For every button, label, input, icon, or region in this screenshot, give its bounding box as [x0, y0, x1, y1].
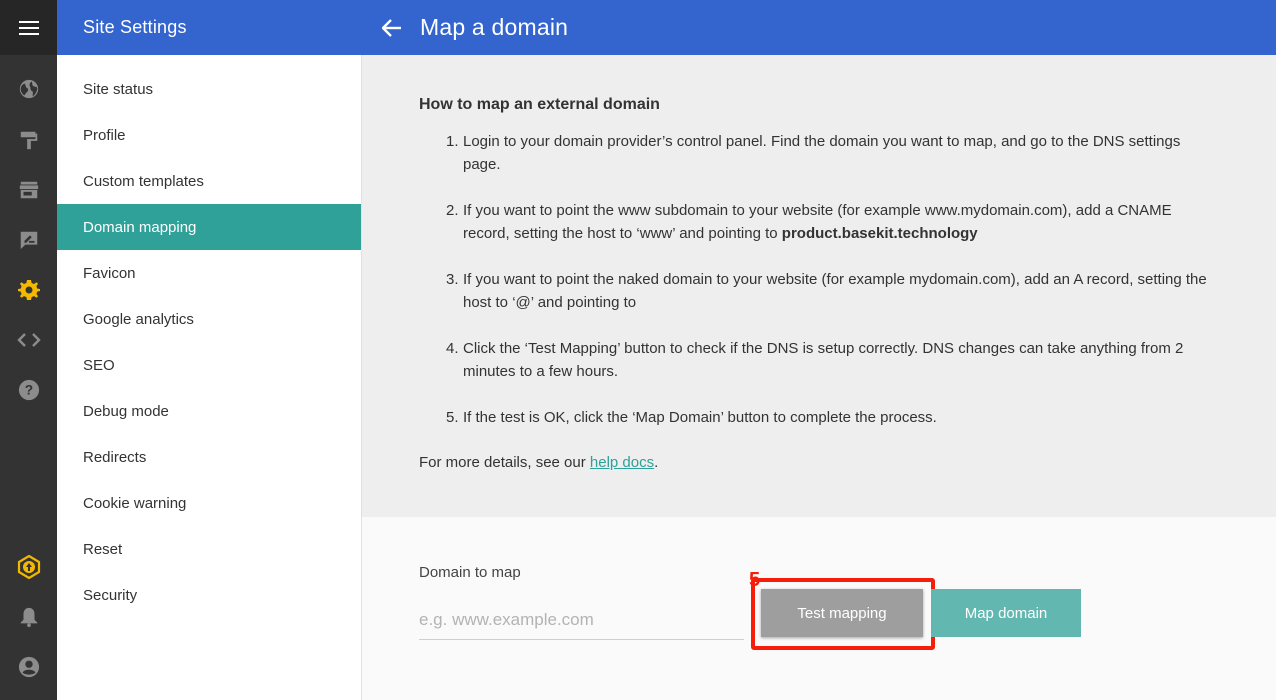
list-item: 4. Click the ‘Test Mapping’ button to che… [419, 337, 1209, 383]
annotation-step-number: 5 [749, 569, 761, 591]
list-item: 1. Login to your domain provider’s contro… [419, 130, 1209, 176]
menu-button[interactable] [0, 0, 57, 55]
sidebar-item-google-analytics[interactable]: Google analytics [57, 296, 361, 342]
domain-label: Domain to map [419, 564, 521, 581]
sidebar-item-reset[interactable]: Reset [57, 526, 361, 572]
settings-sidebar: Site status Profile Custom templates Dom… [57, 55, 362, 700]
menu-icon [18, 20, 39, 35]
account-icon[interactable] [16, 654, 42, 680]
sidebar-item-custom-templates[interactable]: Custom templates [57, 158, 361, 204]
sidebar-item-site-status[interactable]: Site status [57, 66, 361, 112]
step-text: Click the ‘Test Mapping’ button to check… [463, 340, 1184, 380]
code-icon[interactable] [16, 327, 42, 353]
more-details-suffix: . [654, 454, 659, 471]
upgrade-icon[interactable] [16, 554, 42, 580]
list-item: 3. If you want to point the naked domain … [419, 268, 1209, 314]
step-number: 4. [446, 340, 459, 357]
help-docs-link[interactable]: help docs [590, 454, 654, 471]
step-number: 5. [446, 409, 459, 426]
list-item: 5. If the test is OK, click the ‘Map Doma… [419, 406, 1209, 429]
sidebar-item-security[interactable]: Security [57, 572, 361, 618]
step-text: If the test is OK, click the ‘Map Domain… [463, 409, 937, 426]
more-details: For more details, see our help docs. [419, 451, 1276, 474]
svg-text:?: ? [25, 383, 33, 398]
step-number: 2. [446, 202, 459, 219]
page-title: Map a domain [420, 14, 569, 40]
sidebar-item-seo[interactable]: SEO [57, 342, 361, 388]
test-mapping-button[interactable]: Test mapping [761, 589, 923, 637]
gear-icon[interactable] [16, 277, 42, 303]
help-icon[interactable]: ? [16, 377, 42, 403]
domain-form: Domain to map 5 Test mapping Map domain [362, 517, 1276, 700]
step-text: If you want to point the naked domain to… [463, 271, 1207, 311]
paint-roller-icon[interactable] [16, 127, 42, 153]
step-number: 1. [446, 133, 459, 150]
sidebar-item-domain-mapping[interactable]: Domain mapping [57, 204, 361, 250]
sidebar-item-favicon[interactable]: Favicon [57, 250, 361, 296]
globe-icon[interactable] [16, 76, 42, 102]
map-domain-button[interactable]: Map domain [931, 589, 1081, 637]
step-text: Login to your domain provider’s control … [463, 133, 1181, 173]
list-item: 2. If you want to point the www subdomain… [419, 199, 1209, 245]
instructions-heading: How to map an external domain [419, 96, 660, 113]
instructions-list: 1. Login to your domain provider’s contro… [419, 130, 1209, 429]
back-button[interactable] [379, 15, 405, 41]
bell-icon[interactable] [16, 604, 42, 630]
edit-note-icon[interactable] [16, 227, 42, 253]
domain-input[interactable] [419, 601, 744, 640]
sidebar-item-redirects[interactable]: Redirects [57, 434, 361, 480]
sidebar-title: Site Settings [57, 0, 362, 55]
sidebar-item-profile[interactable]: Profile [57, 112, 361, 158]
icon-rail: ? [0, 0, 57, 700]
more-details-text: For more details, see our [419, 454, 590, 471]
page-header: Map a domain [362, 0, 1276, 55]
arrow-left-icon [382, 18, 401, 37]
sidebar-item-cookie-warning[interactable]: Cookie warning [57, 480, 361, 526]
step-number: 3. [446, 271, 459, 288]
instructions-panel: How to map an external domain 1. Login to… [362, 55, 1276, 517]
store-icon[interactable] [16, 177, 42, 203]
sidebar-item-debug-mode[interactable]: Debug mode [57, 388, 361, 434]
cname-target: product.basekit.technology [781, 225, 978, 242]
